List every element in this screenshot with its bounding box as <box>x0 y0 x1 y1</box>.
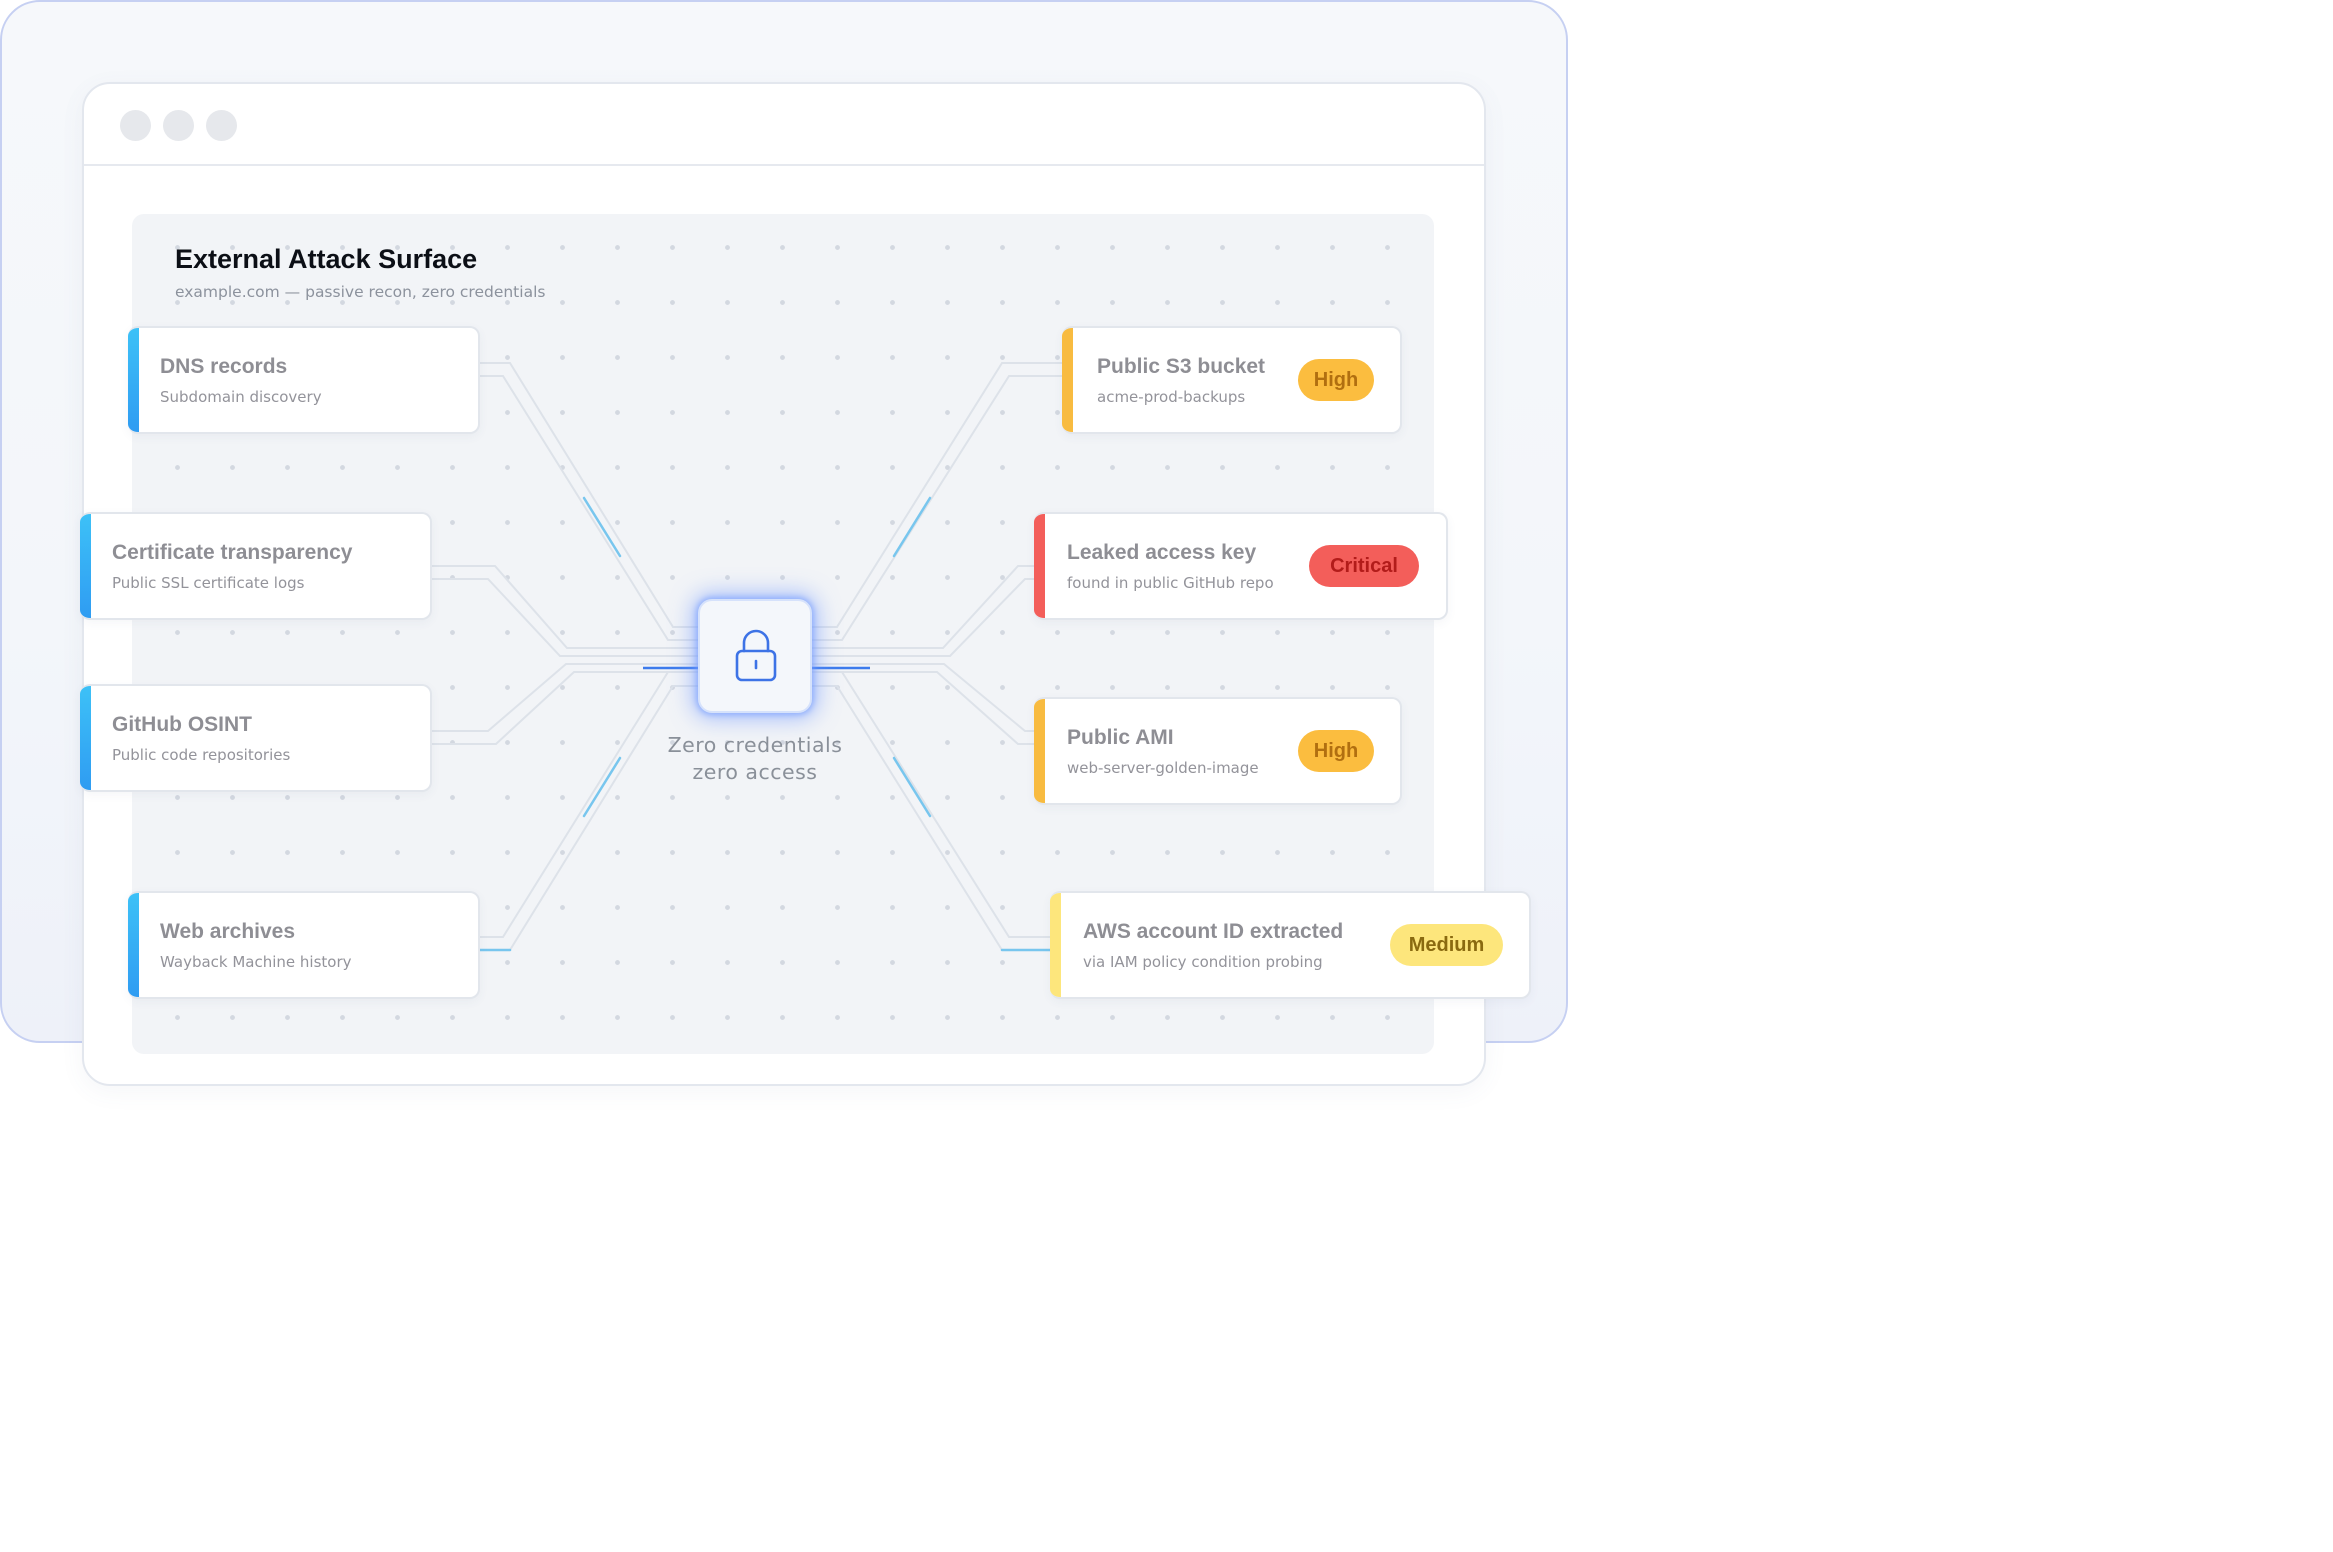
finding-card-access-key[interactable]: Leaked access key found in public GitHub… <box>1034 512 1448 620</box>
source-accent <box>80 514 91 618</box>
finding-subtitle: web-server-golden-image <box>1067 759 1259 777</box>
finding-card-aws-account[interactable]: AWS account ID extracted via IAM policy … <box>1050 891 1531 999</box>
finding-title: Public AMI <box>1067 726 1174 749</box>
source-subtitle: Subdomain discovery <box>160 388 322 406</box>
center-label: Zero credentials zero access <box>640 732 870 786</box>
connector-aws <box>812 671 1050 938</box>
connector-web <box>480 671 698 938</box>
finding-subtitle: acme-prod-backups <box>1097 388 1246 406</box>
finding-title: Public S3 bucket <box>1097 355 1266 378</box>
severity-accent <box>1050 893 1061 997</box>
source-accent <box>128 328 139 432</box>
severity-accent <box>1034 514 1045 618</box>
severity-badge: High <box>1298 359 1374 401</box>
finding-card-ami[interactable]: Public AMI web-server-golden-image High <box>1034 697 1402 805</box>
source-title: GitHub OSINT <box>112 713 252 736</box>
severity-badge: Medium <box>1390 924 1503 966</box>
finding-card-s3[interactable]: Public S3 bucket acme-prod-backups High <box>1062 326 1402 434</box>
source-card-github[interactable]: GitHub OSINT Public code repositories <box>80 684 432 792</box>
center-lock-box <box>698 599 812 713</box>
finding-subtitle: found in public GitHub repo <box>1067 574 1274 592</box>
source-card-dns[interactable]: DNS records Subdomain discovery <box>128 326 480 434</box>
source-title: DNS records <box>160 355 288 378</box>
severity-accent <box>1062 328 1073 432</box>
connector-s3 <box>812 362 1062 628</box>
finding-subtitle: via IAM policy condition probing <box>1083 953 1323 971</box>
severity-accent <box>1034 699 1045 803</box>
connector-github <box>432 663 698 732</box>
finding-title: AWS account ID extracted <box>1083 920 1344 943</box>
source-subtitle: Public code repositories <box>112 746 291 764</box>
source-subtitle: Wayback Machine history <box>160 953 352 971</box>
source-title: Certificate transparency <box>112 541 353 564</box>
center-label-line1: Zero credentials <box>667 733 843 757</box>
source-subtitle: Public SSL certificate logs <box>112 574 305 592</box>
severity-badge: High <box>1298 730 1374 772</box>
source-accent <box>128 893 139 997</box>
source-card-web-archives[interactable]: Web archives Wayback Machine history <box>128 891 480 999</box>
lock-icon <box>735 629 777 682</box>
finding-title: Leaked access key <box>1067 541 1257 564</box>
severity-badge: Critical <box>1309 545 1419 587</box>
source-title: Web archives <box>160 920 296 943</box>
source-card-certificate[interactable]: Certificate transparency Public SSL cert… <box>80 512 432 620</box>
center-label-line2: zero access <box>692 760 818 784</box>
source-accent <box>80 686 91 790</box>
